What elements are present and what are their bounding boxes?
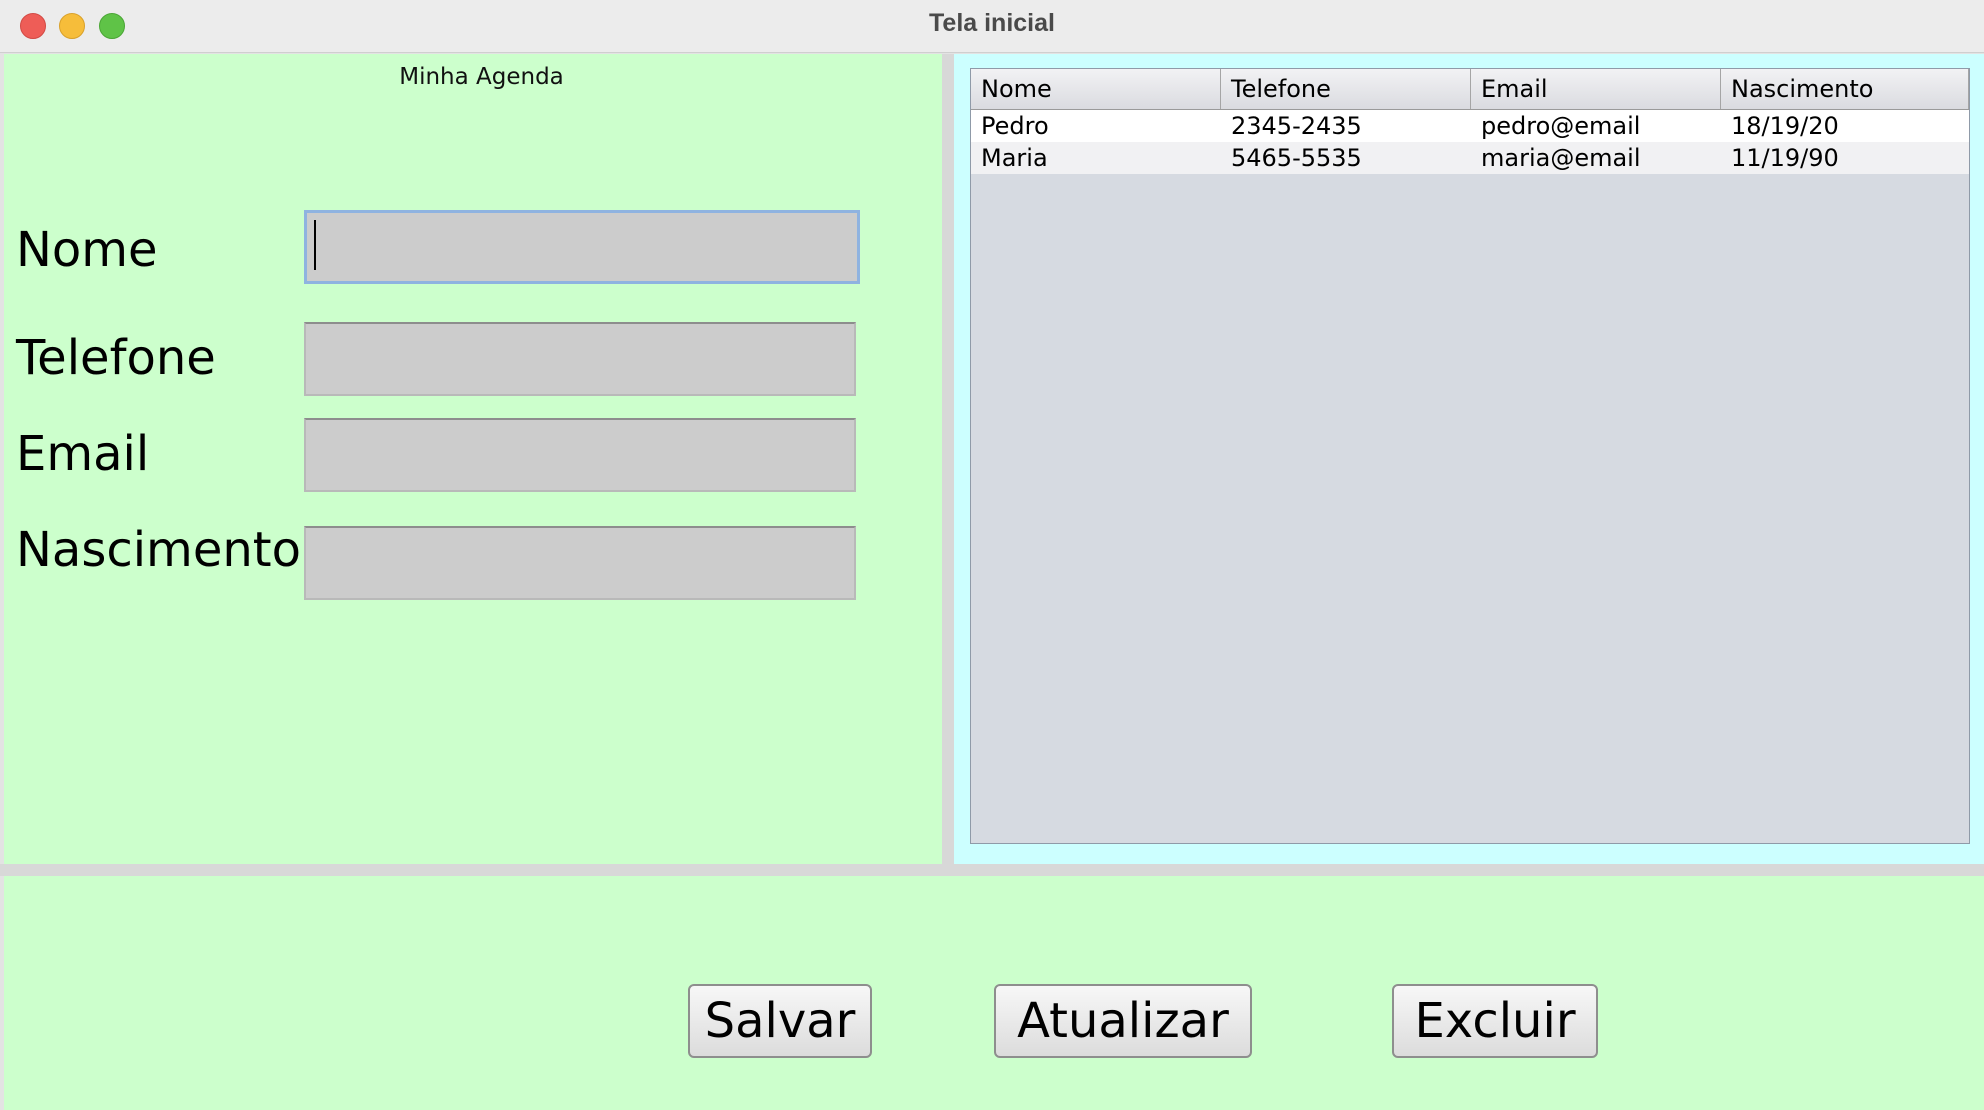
- cell-nome: Maria: [981, 144, 1048, 172]
- birthdate-label: Nascimento: [16, 522, 301, 578]
- form-heading: Minha Agenda: [399, 64, 564, 90]
- title-bar: Tela inicial: [0, 0, 1984, 53]
- cell-nome: Pedro: [981, 112, 1049, 140]
- split-pane-divider[interactable]: [942, 54, 954, 864]
- contacts-table[interactable]: Nome Telefone Email Nascimento Pedro 234…: [970, 68, 1970, 844]
- contact-form-panel: Minha Agenda Nome Telefone Email Nascime…: [4, 54, 942, 864]
- name-label: Nome: [16, 222, 158, 278]
- name-input[interactable]: [304, 210, 860, 284]
- column-header-email[interactable]: Email: [1471, 69, 1721, 109]
- text-caret: [314, 220, 316, 270]
- split-pane-divider-horizontal[interactable]: [0, 864, 1984, 876]
- table-header: Nome Telefone Email Nascimento: [971, 69, 1969, 110]
- window-title: Tela inicial: [929, 9, 1055, 37]
- cell-email: maria@email: [1481, 144, 1641, 172]
- actions-panel: Salvar Atualizar Excluir: [4, 876, 1984, 1110]
- table-row[interactable]: Maria 5465-5535 maria@email 11/19/90: [971, 142, 1969, 174]
- birthdate-input[interactable]: [304, 526, 856, 600]
- save-button[interactable]: Salvar: [688, 984, 872, 1058]
- phone-input[interactable]: [304, 322, 856, 396]
- column-header-nome[interactable]: Nome: [971, 69, 1221, 109]
- update-button[interactable]: Atualizar: [994, 984, 1252, 1058]
- cell-telefone: 2345-2435: [1231, 112, 1362, 140]
- phone-label: Telefone: [16, 330, 216, 386]
- cell-email: pedro@email: [1481, 112, 1641, 140]
- email-input[interactable]: [304, 418, 856, 492]
- contacts-table-panel: Nome Telefone Email Nascimento Pedro 234…: [954, 54, 1984, 864]
- column-header-telefone[interactable]: Telefone: [1221, 69, 1471, 109]
- cell-nascimento: 11/19/90: [1731, 144, 1839, 172]
- app-window: Tela inicial Minha Agenda Nome Telefone …: [0, 0, 1984, 1110]
- cell-telefone: 5465-5535: [1231, 144, 1362, 172]
- column-header-nascimento[interactable]: Nascimento: [1721, 69, 1969, 109]
- cell-nascimento: 18/19/20: [1731, 112, 1839, 140]
- table-row[interactable]: Pedro 2345-2435 pedro@email 18/19/20: [971, 110, 1969, 142]
- email-label: Email: [16, 426, 150, 482]
- delete-button[interactable]: Excluir: [1392, 984, 1598, 1058]
